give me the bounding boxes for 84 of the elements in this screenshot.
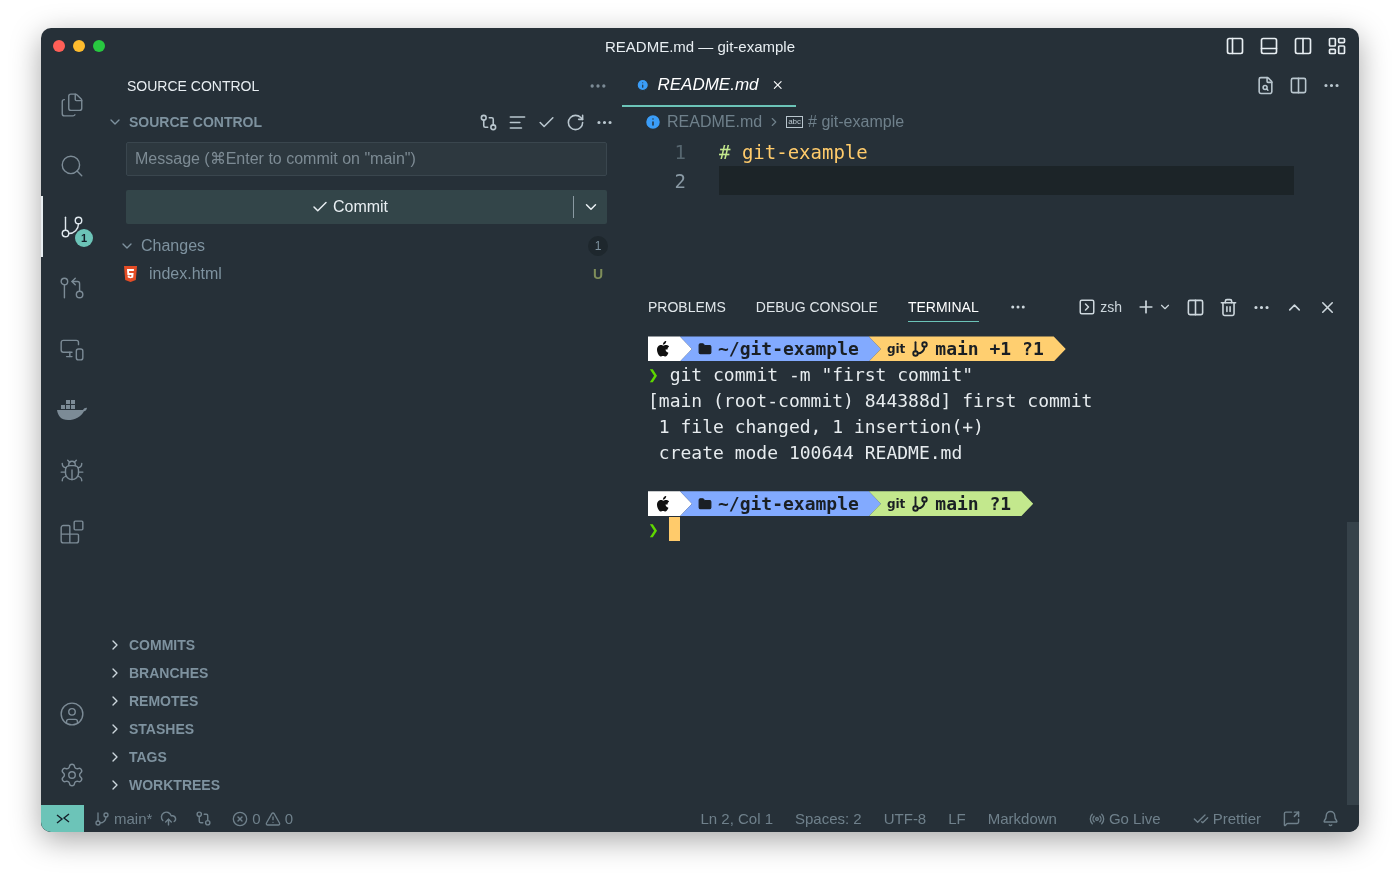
- error-icon: [232, 810, 249, 827]
- breadcrumb-item[interactable]: README.md: [667, 113, 763, 131]
- status-item[interactable]: Spaces: 2: [795, 810, 862, 827]
- status-item[interactable]: Ln 2, Col 1: [700, 810, 773, 827]
- line-number: 2: [673, 169, 687, 192]
- layout-icon[interactable]: [1327, 36, 1347, 56]
- prompt-git-segment: git main ?1: [868, 491, 1034, 517]
- branch-button[interactable]: main*: [94, 810, 153, 827]
- close-window-button[interactable]: [53, 40, 65, 52]
- commit-button[interactable]: Commit: [126, 190, 607, 224]
- terminal-selector[interactable]: zsh: [1078, 298, 1122, 316]
- prompt-path-segment: ~/git-example: [680, 491, 881, 517]
- bell-icon[interactable]: [1322, 810, 1339, 827]
- apple-icon: [656, 340, 670, 357]
- refresh-icon[interactable]: [566, 112, 585, 132]
- code-line: # git-example: [719, 139, 869, 165]
- bug-icon: [59, 457, 85, 484]
- prettier-button[interactable]: Prettier: [1192, 810, 1261, 827]
- changed-file-item[interactable]: index.html U: [101, 260, 622, 288]
- section-header[interactable]: STASHES: [101, 715, 622, 743]
- compare-icon[interactable]: [195, 810, 213, 827]
- editor-tab[interactable]: README.md: [622, 64, 796, 107]
- panel-tab[interactable]: DEBUG CONSOLE: [755, 292, 878, 322]
- section-header[interactable]: WORKTREES: [101, 771, 622, 799]
- sidebar-toggle-icon[interactable]: [1225, 36, 1245, 56]
- panel-tab[interactable]: TERMINAL: [907, 292, 979, 322]
- zoom-window-button[interactable]: [93, 40, 105, 52]
- remote-icon: [55, 811, 70, 826]
- split-terminal-icon[interactable]: [1186, 297, 1205, 317]
- terminal-cursor: [668, 517, 680, 542]
- split-layout-icon[interactable]: [1293, 36, 1313, 56]
- warning-icon: [264, 810, 281, 827]
- terminal-output: create mode 100644 README.md: [657, 441, 963, 463]
- trash-icon[interactable]: [1219, 297, 1238, 317]
- apple-icon: [656, 495, 670, 512]
- activity-button[interactable]: 1: [41, 196, 101, 257]
- branch-icon: [94, 810, 110, 827]
- cloud-upload-icon[interactable]: [160, 810, 178, 827]
- extensions-icon: [59, 518, 85, 545]
- split-editor-icon[interactable]: [1289, 76, 1308, 95]
- panel-tab[interactable]: PROBLEMS: [648, 292, 726, 322]
- scrollbar[interactable]: [1347, 522, 1359, 805]
- section-header[interactable]: BRANCHES: [101, 659, 622, 687]
- info-icon: [644, 113, 662, 131]
- count-badge: 1: [588, 236, 608, 256]
- account-icon: [59, 700, 85, 727]
- changes-group[interactable]: Changes 1: [101, 232, 622, 260]
- go-live-button[interactable]: Go Live: [1088, 810, 1161, 827]
- panel-toggle-icon[interactable]: [1259, 36, 1279, 56]
- section-header[interactable]: REMOTES: [101, 687, 622, 715]
- folder-icon: [698, 496, 712, 511]
- branch-icon: [911, 339, 930, 358]
- prompt-git-segment: git main +1 ?1: [868, 336, 1066, 362]
- commit-message-field[interactable]: Message (⌘Enter to commit on "main"): [126, 142, 607, 176]
- count-badge: 1: [75, 229, 93, 247]
- terminal-output: [main (root-commit) 844388d] first commit: [648, 390, 1093, 411]
- section-header[interactable]: COMMITS: [101, 631, 622, 659]
- html-file-icon: [124, 266, 137, 282]
- status-item[interactable]: Markdown: [987, 810, 1057, 827]
- prompt-chevron: ❯: [648, 364, 659, 386]
- terminal-command: git commit -m "first commit": [668, 364, 974, 386]
- minimize-window-button[interactable]: [73, 40, 85, 52]
- compare-icon[interactable]: [479, 112, 498, 132]
- sidebar-title: SOURCE CONTROL: [127, 78, 260, 94]
- remote-button[interactable]: [41, 805, 84, 832]
- prompt-path-segment: ~/git-example: [680, 336, 881, 362]
- settings-icon: [59, 761, 85, 788]
- whale-icon: [56, 398, 88, 421]
- status-item[interactable]: UTF-8: [883, 810, 927, 827]
- branch-icon: [911, 494, 930, 513]
- terminal-icon: [1078, 298, 1097, 316]
- string-symbol-icon: abc: [786, 116, 804, 128]
- files-icon: [59, 91, 85, 118]
- feedback-icon[interactable]: [1283, 810, 1300, 827]
- status-item[interactable]: LF: [948, 810, 966, 827]
- terminal-output: 1 file changed, 1 insertion(+): [657, 415, 984, 437]
- window-title: README.md — git-example: [604, 37, 796, 55]
- section-header[interactable]: SOURCE CONTROL: [101, 108, 622, 136]
- section-header[interactable]: TAGS: [101, 743, 622, 771]
- prompt-chevron: ❯: [648, 518, 659, 540]
- preview-icon[interactable]: [1256, 76, 1275, 95]
- problems-button[interactable]: 0 0: [232, 810, 294, 827]
- folder-icon: [698, 341, 712, 356]
- breadcrumb-item[interactable]: # git-example: [808, 113, 905, 131]
